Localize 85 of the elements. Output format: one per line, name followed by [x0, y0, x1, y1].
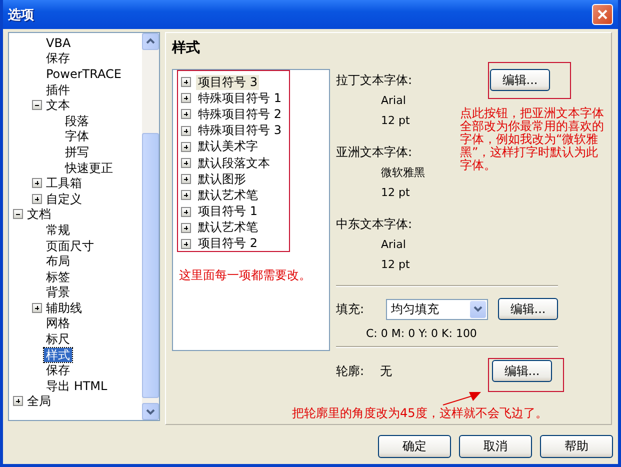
tree-item[interactable]: 自定义	[44, 192, 84, 206]
fill-dropdown[interactable]: 均匀填充	[386, 298, 488, 320]
expand-toggle[interactable]	[181, 126, 191, 136]
fill-label: 填充:	[336, 300, 366, 318]
font-size: 12 pt	[381, 185, 410, 201]
scroll-down-button[interactable]	[142, 403, 159, 420]
expand-toggle[interactable]	[181, 206, 191, 217]
annotation-arrow	[442, 391, 482, 407]
annotation-text: 这里面每一项都需要改。	[179, 267, 311, 284]
tree-item[interactable]: 插件	[44, 82, 72, 97]
style-item[interactable]: 特殊项目符号 3	[196, 123, 284, 138]
expand-toggle[interactable]	[181, 77, 191, 88]
chevron-down-icon	[473, 305, 483, 313]
color-values: C: 0 M: 0 Y: 0 K: 100	[366, 327, 478, 340]
expand-toggle[interactable]	[181, 158, 191, 168]
outline-value: 无	[380, 362, 393, 380]
window-title: 选项	[8, 6, 34, 24]
font-label: 拉丁文本字体:	[336, 72, 412, 88]
style-item[interactable]: 项目符号 1	[196, 204, 260, 220]
tree-item[interactable]: PowerTRACE	[44, 66, 124, 81]
font-size: 12 pt	[381, 113, 410, 129]
tree-item[interactable]: 字体	[63, 129, 91, 144]
edit-button[interactable]: 编辑...	[492, 360, 552, 382]
tree-item[interactable]: 布局	[44, 254, 72, 268]
scrollbar[interactable]	[142, 33, 159, 420]
tree-item[interactable]: 页面尺寸	[44, 238, 96, 253]
close-button[interactable]	[592, 4, 613, 25]
edit-button[interactable]: 编辑...	[498, 298, 558, 320]
dialog-button[interactable]: 确定	[378, 435, 451, 458]
tree-item[interactable]: 段落	[63, 114, 91, 128]
scroll-up-button[interactable]	[142, 33, 159, 50]
expand-toggle[interactable]	[181, 174, 191, 184]
expand-toggle[interactable]	[181, 93, 191, 104]
font-name: Arial	[381, 93, 406, 109]
font-label: 中东文本字体:	[336, 216, 412, 232]
expand-toggle[interactable]	[13, 396, 23, 406]
style-item[interactable]: 项目符号 3	[196, 74, 260, 90]
expand-toggle[interactable]	[181, 142, 191, 152]
tree-item[interactable]: 背景	[44, 285, 72, 300]
tree-item[interactable]: 工具箱	[44, 176, 84, 190]
expand-toggle[interactable]	[32, 302, 42, 313]
font-size: 12 pt	[381, 257, 410, 273]
close-icon	[597, 9, 608, 20]
tree-item[interactable]: 网格	[44, 316, 72, 330]
tree-item[interactable]: 保存	[44, 51, 72, 66]
style-item[interactable]: 特殊项目符号 1	[196, 90, 284, 106]
tree-item[interactable]: 常规	[44, 222, 72, 237]
outline-label: 轮廓:	[336, 362, 366, 380]
tree-item[interactable]: 全局	[25, 394, 53, 408]
tree-item[interactable]: 标签	[44, 270, 72, 284]
style-item[interactable]: 默认艺术笔	[196, 188, 260, 203]
style-item[interactable]: 默认美术字	[196, 139, 260, 154]
expand-toggle[interactable]	[32, 178, 42, 188]
page-heading: 样式	[172, 39, 201, 58]
dialog-button[interactable]: 取消	[459, 435, 532, 458]
style-item[interactable]: 默认艺术笔	[196, 220, 260, 236]
style-item[interactable]: 特殊项目符号 2	[196, 106, 284, 122]
expand-toggle[interactable]	[181, 222, 191, 233]
annotation-text: 把轮廓里的角度改为45度，这样就不会飞边了。	[292, 405, 548, 422]
expand-toggle[interactable]	[181, 238, 191, 249]
expand-toggle[interactable]	[181, 109, 191, 120]
expand-toggle[interactable]	[13, 209, 23, 220]
tree-item[interactable]: 样式	[44, 348, 72, 362]
tree-item[interactable]: 拼写	[63, 144, 91, 159]
style-item[interactable]: 项目符号 2	[196, 236, 260, 252]
style-item[interactable]: 默认段落文本	[196, 156, 272, 171]
tree-item[interactable]: 保存	[44, 363, 72, 378]
tree-item[interactable]: 标尺	[44, 332, 72, 346]
dialog-button[interactable]: 帮助	[540, 435, 613, 458]
tree-item[interactable]: VBA	[44, 36, 73, 50]
tree-item[interactable]: 导出 HTML	[44, 378, 110, 393]
tree-item[interactable]: 辅助线	[44, 300, 84, 315]
expand-toggle[interactable]	[181, 190, 191, 200]
edit-button[interactable]: 编辑...	[490, 69, 550, 91]
annotation-text: 点此按钮，把亚洲文本字体全部改为你最常用的喜欢的字体，例如我改为“微软雅黑”，这样打字时默认为此字体。	[460, 107, 605, 172]
scroll-thumb[interactable]	[142, 133, 159, 398]
expand-toggle[interactable]	[32, 194, 42, 204]
tree-item[interactable]: 文本	[44, 98, 72, 112]
font-name: Arial	[381, 237, 406, 253]
expand-toggle[interactable]	[32, 100, 42, 110]
tree-item[interactable]: 文档	[25, 207, 53, 222]
style-item[interactable]: 默认图形	[196, 172, 248, 187]
font-name: 微软雅黑	[381, 165, 425, 181]
tree-item[interactable]: 快速更正	[63, 160, 115, 175]
font-label: 亚洲文本字体:	[336, 144, 412, 160]
